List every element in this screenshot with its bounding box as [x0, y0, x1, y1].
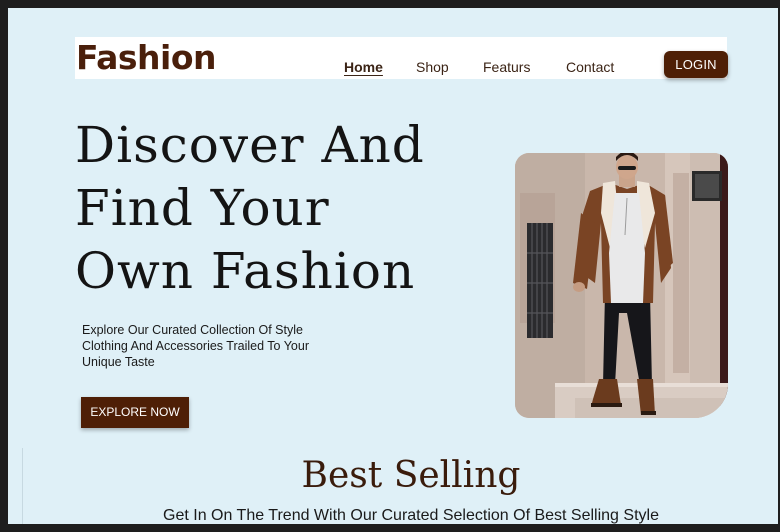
- explore-now-button[interactable]: EXPLORE NOW: [81, 397, 189, 428]
- page-frame: Fashion Home Shop Featurs Contact LOGIN …: [8, 8, 778, 524]
- best-selling-title: Best Selling: [301, 455, 521, 496]
- brand-logo[interactable]: Fashion: [76, 38, 217, 78]
- hero-title: Discover And Find Your Own Fashion: [75, 114, 495, 303]
- hero-title-line: Discover And: [75, 116, 425, 174]
- hero-title-line: Own Fashion: [75, 242, 416, 300]
- hero-description: Explore Our Curated Collection Of Style …: [82, 323, 309, 369]
- login-button[interactable]: LOGIN: [664, 51, 728, 78]
- hero-model-photo: [515, 153, 728, 418]
- nav-shop[interactable]: Shop: [416, 59, 449, 75]
- hero-title-line: Find Your: [75, 179, 330, 237]
- nav-home[interactable]: Home: [344, 59, 383, 75]
- best-selling-subtitle: Get In On The Trend With Our Curated Sel…: [163, 507, 659, 524]
- nav-contact[interactable]: Contact: [566, 59, 614, 75]
- nav-features[interactable]: Featurs: [483, 59, 530, 75]
